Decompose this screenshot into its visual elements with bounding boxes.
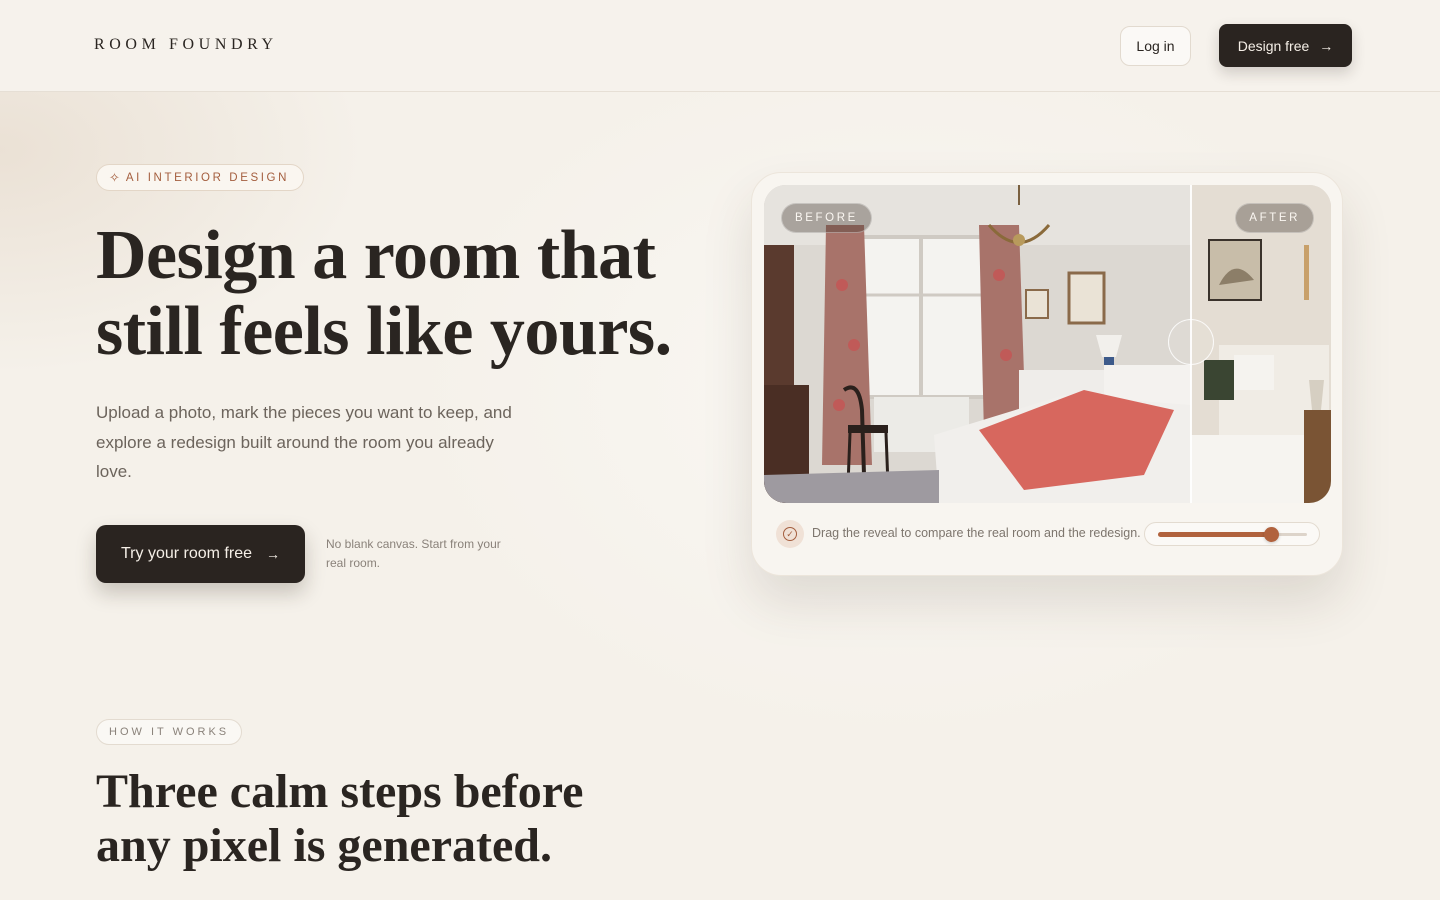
login-button[interactable]: Log in (1120, 26, 1191, 66)
reveal-slider[interactable] (1144, 522, 1320, 546)
before-after-card: BEFORE AFTER ✓ Drag the reveal to compar… (751, 172, 1343, 576)
site-header: ROOM FOUNDRY Log in Design free → (0, 0, 1440, 92)
hero-badge: ✧ AI INTERIOR DESIGN (96, 164, 304, 191)
reveal-handle[interactable] (1168, 319, 1214, 365)
brand-logo[interactable]: ROOM FOUNDRY (94, 36, 278, 54)
try-room-button[interactable]: Try your room free → (96, 525, 305, 583)
how-it-works-badge: HOW IT WORKS (96, 719, 243, 745)
after-label: AFTER (1235, 203, 1314, 233)
arrow-right-icon: → (1319, 37, 1334, 54)
compare-caption: Drag the reveal to compare the real room… (812, 526, 1141, 540)
arrow-right-icon: → (266, 546, 280, 562)
hero-subtitle: Upload a photo, mark the pieces you want… (96, 403, 512, 481)
how-it-works-title: Three calm steps before any pixel is gen… (96, 765, 584, 872)
hero-title: Design a room that still feels like your… (96, 217, 672, 370)
before-label: BEFORE (781, 203, 872, 233)
slider-knob[interactable] (1263, 527, 1279, 542)
slider-fill (1158, 532, 1272, 537)
design-free-label: Design free (1237, 37, 1310, 54)
hero-badge-label: AI INTERIOR DESIGN (125, 171, 289, 184)
cta-note: No blank canvas. Start from your real ro… (326, 537, 501, 570)
room-comparison-image[interactable]: BEFORE AFTER (764, 185, 1331, 503)
check-circle-icon: ✓ (776, 520, 804, 548)
design-free-button[interactable]: Design free → (1219, 24, 1352, 67)
try-room-label: Try your room free (121, 545, 252, 562)
sparkle-icon: ✧ (109, 169, 120, 185)
